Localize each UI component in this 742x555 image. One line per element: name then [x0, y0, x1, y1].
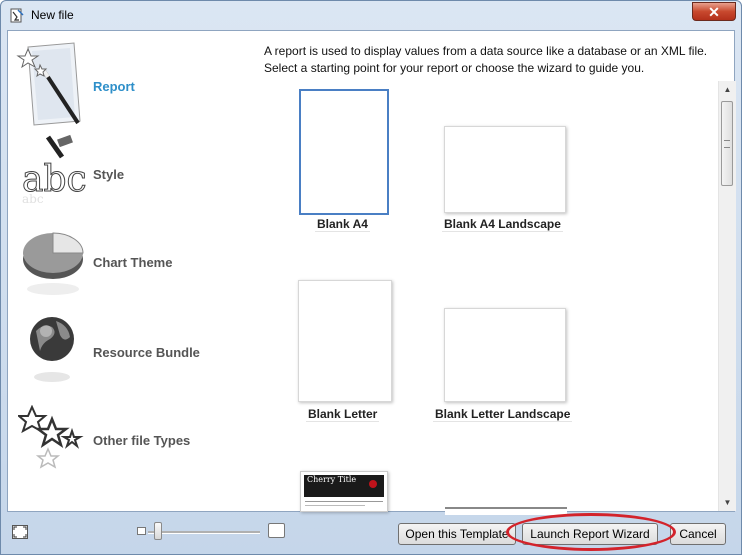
scrollbar-thumb[interactable]: [721, 101, 733, 186]
template-label: Blank Letter Landscape: [433, 407, 573, 421]
description: A report is used to display values from …: [264, 43, 724, 77]
template-thumbnail[interactable]: [444, 308, 566, 402]
template-thumbnail[interactable]: [299, 89, 389, 215]
sidebar-item-other-file-types[interactable]: Other file Types: [8, 391, 248, 479]
svg-text:abc: abc: [22, 192, 44, 206]
sidebar-item-chart-theme[interactable]: Chart Theme: [8, 215, 248, 303]
template-label: Blank Letter: [306, 407, 380, 421]
sidebar-item-resource-bundle[interactable]: Resource Bundle: [8, 303, 248, 391]
sidebar-item-label: Report: [93, 79, 135, 94]
sidebar-item-report[interactable]: Report: [8, 39, 248, 127]
description-line-2: Select a starting point for your report …: [264, 61, 645, 75]
sidebar-item-label: Chart Theme: [93, 255, 173, 270]
close-button[interactable]: ✕: [692, 2, 736, 21]
scroll-down-icon[interactable]: ▼: [719, 494, 736, 511]
zoom-slider-thumb[interactable]: [154, 522, 162, 540]
divider: [305, 501, 383, 502]
scroll-up-icon[interactable]: ▲: [719, 81, 736, 98]
zoom-out-icon[interactable]: [137, 527, 146, 535]
grip-icon: [724, 140, 730, 148]
template-thumbnail-partial[interactable]: [445, 507, 567, 515]
template-label: Blank A4 Landscape: [442, 217, 563, 231]
sidebar-item-label: Style: [93, 167, 125, 182]
chart-theme-icon: [23, 232, 84, 295]
zoom-slider-track[interactable]: [148, 531, 260, 534]
window-title: New file: [31, 8, 74, 22]
app-icon: [10, 8, 24, 23]
cancel-button[interactable]: Cancel: [670, 523, 726, 545]
template-label: Blank A4: [315, 217, 370, 231]
sidebar-item-style[interactable]: abc abc Style: [8, 127, 248, 215]
template-thumbnail[interactable]: [444, 126, 566, 213]
template-thumbnail[interactable]: Cherry Title: [300, 471, 388, 512]
sidebar-item-label: Resource Bundle: [93, 345, 200, 360]
resource-bundle-icon: [30, 317, 74, 382]
open-template-button[interactable]: Open this Template: [398, 523, 516, 545]
style-icon: abc abc: [22, 134, 87, 206]
zoom-in-icon[interactable]: [268, 523, 285, 538]
client-area: Report abc abc Style Chart Theme Resourc…: [7, 30, 736, 515]
title-bar[interactable]: New file ✕: [1, 1, 741, 31]
report-icon: [16, 42, 81, 126]
launch-report-wizard-button[interactable]: Launch Report Wizard: [522, 523, 658, 545]
sidebar-item-label: Other file Types: [93, 433, 191, 448]
divider: [305, 505, 365, 506]
description-line-1: A report is used to display values from …: [264, 44, 708, 58]
expand-icon: [13, 526, 27, 538]
cherry-title-text: Cherry Title: [307, 475, 357, 484]
close-icon: ✕: [708, 4, 720, 20]
other-file-types-icon: [18, 405, 84, 469]
fit-view-icon[interactable]: [12, 525, 28, 539]
template-thumbnail[interactable]: [298, 280, 392, 402]
vertical-scrollbar[interactable]: ▲ ▼: [718, 81, 736, 511]
cherry-icon: [369, 480, 377, 488]
